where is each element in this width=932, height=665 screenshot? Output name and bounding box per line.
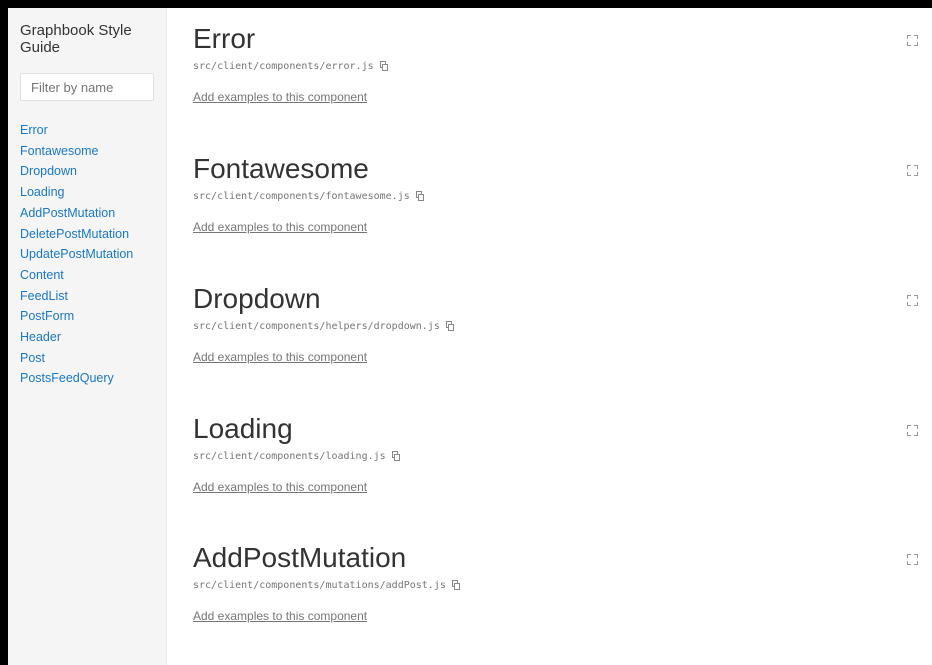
component-path-row: src/client/components/error.js [193,59,932,73]
component-path: src/client/components/helpers/dropdown.j… [193,320,440,332]
component-title: Loading [193,413,293,444]
add-examples-link[interactable]: Add examples to this component [193,609,367,623]
nav-link-feedlist[interactable]: FeedList [20,286,154,307]
component-section-error: Error src/client/components/error.js Add… [193,22,932,152]
expand-icon[interactable] [907,554,918,565]
component-path-row: src/client/components/fontawesome.js [193,189,932,203]
nav-link-postsfeedquery[interactable]: PostsFeedQuery [20,368,154,389]
component-path-row: src/client/components/mutations/addPost.… [193,578,932,592]
nav-item: DeletePostMutation [20,224,154,245]
nav-item: AddPostMutation [20,203,154,224]
add-examples-link[interactable]: Add examples to this component [193,480,367,494]
filter-input[interactable] [20,73,154,101]
component-title: Error [193,23,256,54]
nav-link-post[interactable]: Post [20,348,154,369]
add-examples-link[interactable]: Add examples to this component [193,220,367,234]
nav-link-loading[interactable]: Loading [20,182,154,203]
component-section-fontawesome: Fontawesome src/client/components/fontaw… [193,152,932,282]
component-section-loading: Loading src/client/components/loading.js… [193,412,932,542]
nav-link-dropdown[interactable]: Dropdown [20,161,154,182]
component-section-dropdown: Dropdown src/client/components/helpers/d… [193,282,932,412]
expand-icon[interactable] [907,295,918,306]
nav-link-deletepostmutation[interactable]: DeletePostMutation [20,224,154,245]
component-title: Fontawesome [193,153,369,184]
nav-link-fontawesome[interactable]: Fontawesome [20,141,154,162]
sidebar-title: Graphbook Style Guide [20,22,132,56]
nav-link-updatepostmutation[interactable]: UpdatePostMutation [20,244,154,265]
add-examples-link[interactable]: Add examples to this component [193,90,367,104]
nav-link-postform[interactable]: PostForm [20,306,154,327]
component-section-addpostmutation: AddPostMutation src/client/components/mu… [193,541,932,665]
component-path: src/client/components/error.js [193,60,374,72]
copy-icon[interactable] [415,191,424,201]
copy-icon[interactable] [391,451,400,461]
main-content: Error src/client/components/error.js Add… [167,8,932,665]
nav-item: Fontawesome [20,141,154,162]
nav-item: Dropdown [20,161,154,182]
component-path-row: src/client/components/loading.js [193,449,932,463]
nav-link-addpostmutation[interactable]: AddPostMutation [20,203,154,224]
component-path-row: src/client/components/helpers/dropdown.j… [193,319,932,333]
nav-item: PostForm [20,306,154,327]
component-nav: Error Fontawesome Dropdown Loading AddPo… [20,120,154,389]
nav-item: Content [20,265,154,286]
add-examples-link[interactable]: Add examples to this component [193,350,367,364]
expand-icon[interactable] [907,165,918,176]
sidebar: Graphbook Style Guide Error Fontawesome … [8,8,167,665]
nav-item: FeedList [20,286,154,307]
component-title: Dropdown [193,283,321,314]
nav-item: Post [20,348,154,369]
copy-icon[interactable] [451,580,460,590]
nav-link-error[interactable]: Error [20,120,154,141]
nav-item: Error [20,120,154,141]
expand-icon[interactable] [907,35,918,46]
component-path: src/client/components/mutations/addPost.… [193,579,446,591]
nav-item: UpdatePostMutation [20,244,154,265]
component-path: src/client/components/fontawesome.js [193,190,410,202]
expand-icon[interactable] [907,425,918,436]
component-title: AddPostMutation [193,542,407,573]
nav-link-header[interactable]: Header [20,327,154,348]
nav-item: Header [20,327,154,348]
nav-item: Loading [20,182,154,203]
nav-item: PostsFeedQuery [20,368,154,389]
component-path: src/client/components/loading.js [193,450,386,462]
app-window: Graphbook Style Guide Error Fontawesome … [8,8,932,665]
copy-icon[interactable] [445,321,454,331]
copy-icon[interactable] [379,61,388,71]
nav-link-content[interactable]: Content [20,265,154,286]
